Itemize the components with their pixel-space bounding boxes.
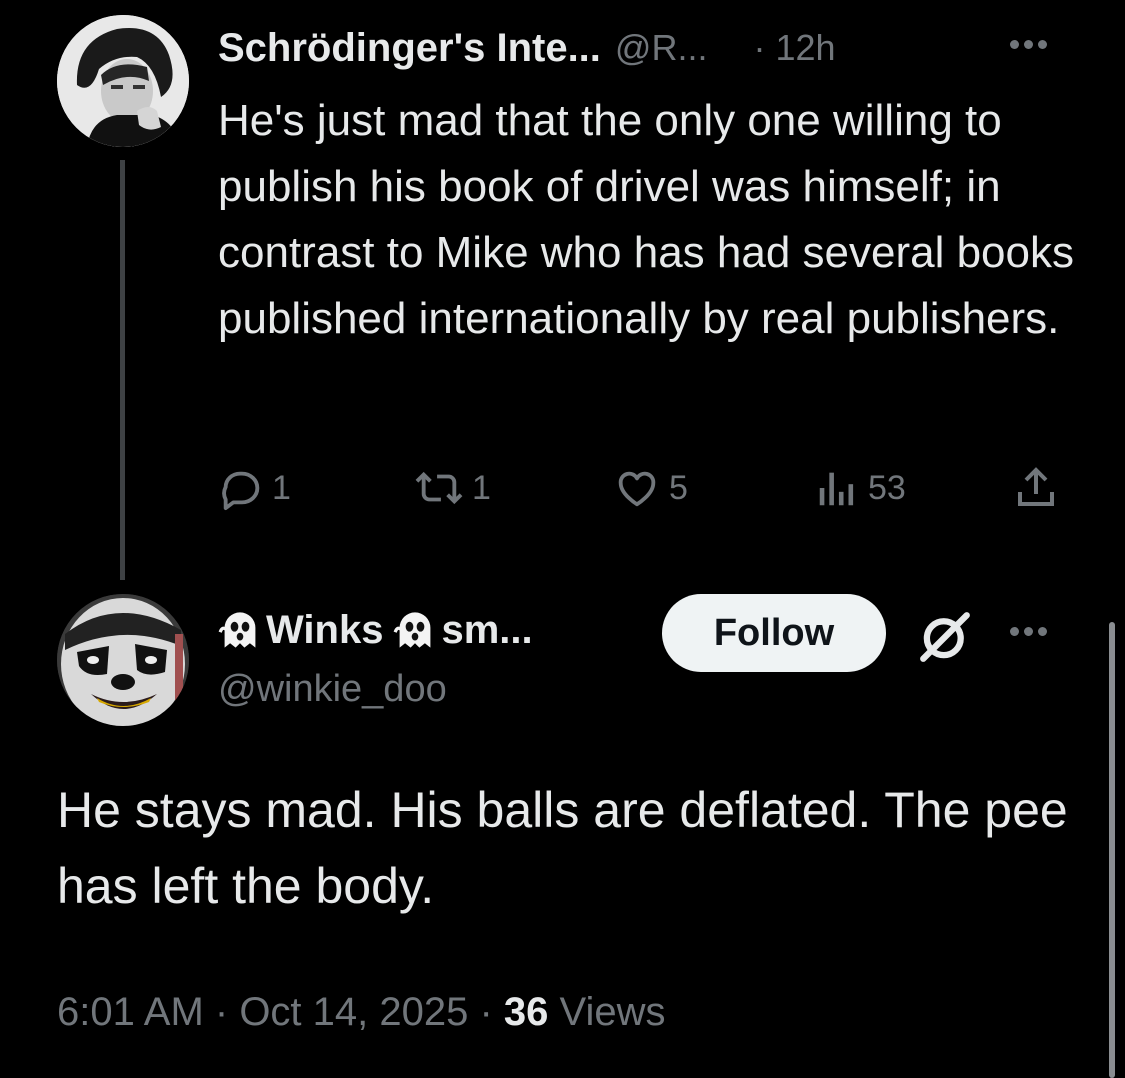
tweet-time[interactable]: 6:01 AM — [57, 990, 204, 1034]
scrollbar[interactable] — [1109, 622, 1115, 1078]
meta-separator: · — [203, 990, 240, 1034]
reply-count: 1 — [272, 468, 291, 507]
share-icon — [1018, 467, 1054, 506]
share-button[interactable] — [1012, 458, 1060, 518]
parent-more-button[interactable] — [1010, 40, 1047, 49]
parent-timestamp[interactable]: · 12h — [753, 27, 835, 69]
tweet-views-label: Views — [559, 990, 666, 1034]
parent-display-name[interactable]: Schrödinger's Inte... — [218, 26, 601, 71]
reply-display-name-text: Winks — [266, 607, 384, 652]
more-icon — [1010, 40, 1047, 49]
like-icon — [618, 471, 656, 507]
reply-icon — [222, 471, 260, 511]
views-count: 53 — [868, 468, 906, 507]
reply-tweet-text: He stays mad. His balls are deflated. Th… — [57, 782, 1068, 914]
like-count: 5 — [669, 468, 688, 507]
ghost-emoji-icon — [394, 612, 431, 648]
reply-handle[interactable]: @winkie_doo — [218, 668, 447, 711]
parent-handle[interactable]: @R... — [615, 27, 708, 69]
tweet-views-count[interactable]: 36 — [504, 990, 549, 1034]
views-button[interactable]: 53 — [814, 458, 906, 518]
parent-avatar[interactable] — [57, 15, 189, 147]
reply-more-button[interactable] — [1010, 627, 1047, 636]
tweet-thread: Schrödinger's Inte... @R... · 12h He's j… — [0, 0, 1125, 1078]
reply-header: Winks sm... — [218, 600, 533, 660]
reply-display-name[interactable]: Winks sm... — [218, 608, 533, 653]
repost-icon — [415, 471, 463, 505]
parent-tweet-text: He's just mad that the only one willing … — [218, 96, 1075, 343]
grok-icon — [920, 612, 970, 662]
ghost-emoji-icon — [218, 612, 256, 648]
grok-button[interactable] — [916, 608, 974, 671]
views-icon — [819, 472, 854, 506]
tweet-metadata: 6:01 AM · Oct 14, 2025 · 36 Views — [57, 990, 666, 1035]
reply-button[interactable]: 1 — [218, 458, 291, 518]
repost-button[interactable]: 1 — [414, 458, 491, 518]
reply-avatar[interactable] — [57, 594, 189, 726]
reply-display-name-suffix: sm... — [441, 607, 533, 652]
meta-separator: · — [468, 990, 504, 1034]
repost-count: 1 — [472, 468, 491, 507]
tweet-date[interactable]: Oct 14, 2025 — [239, 990, 468, 1034]
parent-header: Schrödinger's Inte... @R... · 12h — [218, 20, 836, 76]
thread-line — [120, 160, 125, 580]
follow-button[interactable]: Follow — [662, 594, 886, 672]
more-icon — [1010, 627, 1047, 636]
like-button[interactable]: 5 — [613, 458, 688, 518]
parent-action-bar: 1 1 5 53 — [218, 458, 1068, 518]
